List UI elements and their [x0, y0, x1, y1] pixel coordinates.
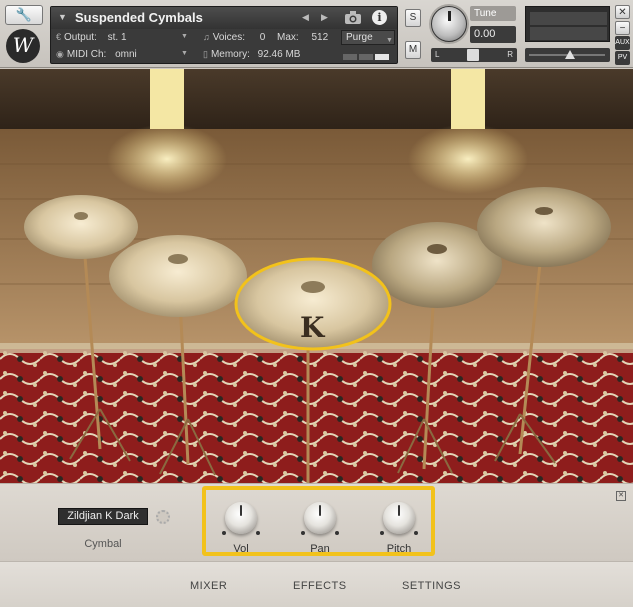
- cymbal-controls-panel: Zildjian K Dark Cymbal Vol Pan Pitch ✕: [0, 483, 633, 561]
- tune-knob[interactable]: [431, 6, 467, 42]
- midi-dropdown-icon[interactable]: ▼: [181, 50, 188, 57]
- expand-icon[interactable]: ✕: [616, 491, 626, 501]
- camera-icon[interactable]: [344, 10, 362, 25]
- cymbal-zildjian[interactable]: [109, 235, 247, 317]
- back-wall: [0, 69, 633, 139]
- gear-icon[interactable]: [156, 510, 170, 524]
- svg-text:K: K: [300, 311, 326, 344]
- output-label: Output:: [64, 32, 97, 43]
- knob-max-dot: [414, 531, 418, 535]
- cymbal-caption: Cymbal: [84, 538, 122, 550]
- midi-channel-selector[interactable]: ◉ MIDI Ch: omni: [56, 49, 137, 60]
- instrument-panel: ▼ Suspended Cymbals ◀ ▶ i € Output: st. 1…: [50, 6, 398, 64]
- pitch-knob-group: Pitch: [369, 502, 429, 560]
- pv-button[interactable]: PV: [615, 51, 630, 65]
- minimize-icon[interactable]: −: [615, 21, 630, 35]
- instrument-title-row: ▼ Suspended Cymbals ◀ ▶ i: [51, 7, 397, 29]
- pan-right-label: R: [507, 50, 513, 59]
- cymbal-stage-image: K: [0, 69, 633, 483]
- info-icon[interactable]: i: [372, 10, 387, 25]
- wrench-icon[interactable]: 🔧: [5, 5, 43, 25]
- collapse-arrow-icon[interactable]: ▼: [58, 12, 67, 22]
- master-volume-slider[interactable]: [525, 48, 610, 62]
- vol-knob-group: Vol: [211, 502, 271, 560]
- volume-thumb[interactable]: [565, 50, 575, 59]
- voices-display: ♫ Voices: 0: [203, 32, 265, 43]
- knob-max-dot: [256, 531, 260, 535]
- output-selector[interactable]: € Output: st. 1: [56, 32, 127, 43]
- voices-icon: ♫: [203, 32, 210, 42]
- purge-dropdown[interactable]: Purge ▼: [341, 30, 395, 45]
- memory-icon: ▯: [203, 49, 208, 59]
- cymbal-istanbul[interactable]: [477, 187, 611, 267]
- cymbal-back-left[interactable]: [24, 195, 138, 259]
- purge-meter: [343, 52, 395, 60]
- pan-left-label: L: [435, 50, 440, 59]
- pan-knob-group: Pan: [290, 502, 350, 560]
- voices-label: Voices:: [212, 32, 245, 43]
- tune-label: Tune: [470, 6, 516, 21]
- tab-effects[interactable]: EFFECTS: [293, 580, 347, 592]
- cymbal-zildjian-k-dark[interactable]: K: [234, 257, 392, 351]
- pan-knob[interactable]: [304, 502, 336, 534]
- midi-row: ◉ MIDI Ch: omni ▼ ▯ Memory: 92.46 MB: [51, 46, 397, 63]
- library-logo: W: [6, 29, 40, 63]
- purge-meter-segment: [343, 54, 357, 60]
- level-meter-right: [530, 27, 607, 40]
- pitch-label: Pitch: [386, 543, 412, 555]
- max-label: Max:: [277, 32, 299, 43]
- max-voices[interactable]: Max: 512: [277, 32, 328, 43]
- knob-min-dot: [380, 531, 384, 535]
- pan-label: Pan: [310, 543, 330, 555]
- vol-label: Vol: [233, 543, 249, 555]
- output-icon: €: [56, 32, 62, 42]
- voices-value: 0: [259, 32, 266, 43]
- mute-button[interactable]: M: [405, 41, 421, 59]
- output-value: st. 1: [107, 32, 127, 43]
- kontakt-header: 🔧 W ▼ Suspended Cymbals ◀ ▶ i € Output: s…: [0, 0, 633, 68]
- master-pan-slider[interactable]: L R: [431, 48, 517, 62]
- purge-meter-segment: [375, 54, 389, 60]
- previous-instrument-icon[interactable]: ◀: [302, 12, 309, 23]
- level-meter-left: [530, 12, 607, 25]
- midi-label: MIDI Ch:: [66, 49, 107, 60]
- purge-meter-segment: [359, 54, 373, 60]
- bottom-tab-bar: MIXER EFFECTS SETTINGS: [0, 561, 633, 607]
- next-instrument-icon[interactable]: ▶: [321, 12, 328, 23]
- midi-value: omni: [115, 49, 137, 60]
- instrument-title: Suspended Cymbals: [75, 10, 203, 25]
- vol-knob[interactable]: [225, 502, 257, 534]
- pitch-knob[interactable]: [383, 502, 415, 534]
- purge-label: Purge: [346, 32, 373, 43]
- knob-min-dot: [222, 531, 226, 535]
- memory-display: ▯ Memory: 92.46 MB: [203, 49, 300, 60]
- midi-icon: ◉: [56, 49, 64, 59]
- solo-button[interactable]: S: [405, 9, 421, 27]
- knob-highlight-frame: Vol Pan Pitch: [202, 486, 435, 556]
- memory-label: Memory:: [210, 49, 250, 60]
- aux-button[interactable]: AUX: [615, 36, 630, 50]
- close-icon[interactable]: ✕: [615, 5, 630, 19]
- knob-min-dot: [301, 531, 305, 535]
- max-value: 512: [311, 32, 329, 43]
- cymbal-selector[interactable]: Zildjian K Dark: [58, 508, 148, 525]
- output-row: € Output: st. 1 ▼ ♫ Voices: 0 Max: 512 Pur…: [51, 29, 397, 46]
- tab-settings[interactable]: SETTINGS: [402, 580, 461, 592]
- memory-value: 92.46 MB: [257, 49, 301, 60]
- output-dropdown-icon[interactable]: ▼: [181, 33, 188, 40]
- tune-value[interactable]: 0.00: [470, 26, 516, 43]
- tab-mixer[interactable]: MIXER: [190, 580, 227, 592]
- stage-illustration: K: [0, 69, 633, 483]
- knob-max-dot: [335, 531, 339, 535]
- level-meter: [525, 6, 610, 42]
- pan-slider-thumb[interactable]: [467, 49, 479, 61]
